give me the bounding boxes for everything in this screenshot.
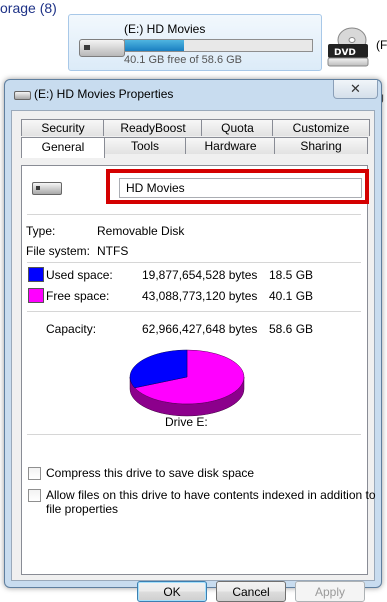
capacity-label: Capacity: (46, 322, 97, 336)
dvd-drive-partial-label: (F (376, 38, 387, 52)
type-value: Removable Disk (97, 224, 185, 238)
drive-letter-label: Drive E: (165, 415, 208, 429)
cancel-button[interactable]: Cancel (216, 581, 286, 602)
used-space-swatch (28, 267, 44, 282)
used-space-label: Used space: (46, 268, 113, 282)
apply-button[interactable]: Apply (295, 581, 365, 602)
used-space-bytes: 19,877,654,528 bytes (142, 268, 258, 282)
free-space-size: 40.1 GB (269, 289, 314, 303)
file-system-label: File system: (26, 244, 91, 258)
storage-section-header: orage (8) (0, 0, 57, 16)
removable-drive-icon (79, 39, 125, 57)
tab-quota[interactable]: Quota (201, 119, 274, 136)
dvd-icon-label: DVD (334, 48, 356, 58)
ok-button[interactable]: OK (137, 581, 207, 602)
tab-customize[interactable]: Customize (272, 119, 370, 136)
separator (27, 311, 361, 312)
index-label-line2[interactable]: file properties (46, 502, 118, 516)
compress-label[interactable]: Compress this drive to save disk space (46, 466, 254, 480)
drive-name-input[interactable] (119, 178, 362, 198)
tab-tools[interactable]: Tools (103, 137, 187, 154)
free-space-bytes: 43,088,773,120 bytes (142, 289, 258, 303)
drive-tile-e[interactable]: (E:) HD Movies 40.1 GB free of 58.6 GB (68, 14, 322, 71)
compress-checkbox[interactable] (28, 467, 41, 480)
drive-title-icon (14, 91, 31, 100)
free-space-swatch (28, 288, 44, 303)
disk-usage-pie-chart (129, 349, 245, 417)
capacity-bytes: 62,966,427,648 bytes (142, 322, 258, 336)
tab-readyboost[interactable]: ReadyBoost (103, 119, 203, 136)
index-checkbox[interactable] (28, 489, 41, 502)
properties-dialog: (E:) HD Movies Properties ✕ Security Rea… (4, 79, 382, 602)
type-label: Type: (26, 224, 56, 238)
drive-free-text: 40.1 GB free of 58.6 GB (124, 54, 243, 66)
general-tab-panel: Type: Removable Disk File system: NTFS U… (21, 165, 376, 575)
tab-sharing[interactable]: Sharing (274, 137, 368, 154)
separator (27, 262, 361, 263)
index-label-line1[interactable]: Allow files on this drive to have conten… (46, 488, 376, 502)
free-space-label: Free space: (46, 289, 110, 303)
drive-usage-bar (124, 39, 313, 52)
dialog-title: (E:) HD Movies Properties (34, 87, 174, 101)
file-system-value: NTFS (97, 244, 129, 258)
close-button[interactable]: ✕ (333, 80, 378, 99)
tab-general[interactable]: General (21, 137, 105, 158)
capacity-size: 58.6 GB (269, 322, 314, 336)
used-space-size: 18.5 GB (269, 268, 314, 282)
drive-tile-name: (E:) HD Movies (124, 22, 206, 36)
separator (27, 434, 361, 435)
separator (27, 214, 361, 215)
drive-usage-bar-fill (125, 40, 185, 51)
removable-drive-icon (32, 182, 62, 195)
dialog-client-area: Security ReadyBoost Quota Customize Tool… (11, 110, 376, 602)
tab-hardware[interactable]: Hardware (185, 137, 276, 154)
dvd-drive-icon[interactable]: DVD (326, 26, 372, 68)
tab-security[interactable]: Security (21, 119, 105, 136)
